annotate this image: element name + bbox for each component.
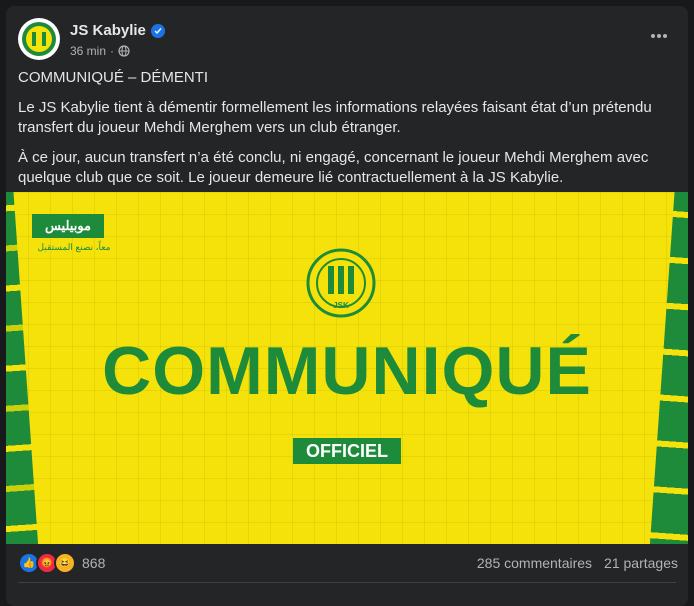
official-badge: OFFICIEL: [293, 438, 401, 464]
reaction-count[interactable]: 868: [82, 555, 105, 571]
post-paragraph-1: Le JS Kabylie tient à démentir formellem…: [18, 99, 652, 136]
post-card: JS Kabylie 36 min · COMMUNIQUÉ – DÉMENTI…: [6, 6, 688, 606]
reaction-summary[interactable]: 👍 😡 😆 868: [18, 552, 105, 574]
verified-badge-icon: [150, 23, 165, 38]
reaction-icons: 👍 😡 😆: [18, 552, 76, 574]
post-time[interactable]: 36 min: [70, 44, 106, 58]
haha-reaction-icon: 😆: [54, 552, 76, 574]
post-text: COMMUNIQUÉ – DÉMENTI Le JS Kabylie tient…: [18, 68, 678, 198]
more-options-button[interactable]: [646, 26, 672, 46]
meta-separator: ·: [110, 44, 115, 58]
jsk-crest-icon: [22, 22, 56, 56]
sponsor-tagline: معاً، نصنع المستقبل: [37, 242, 111, 252]
post-title: COMMUNIQUÉ – DÉMENTI: [18, 69, 209, 86]
shares-count[interactable]: 21 partages: [604, 555, 678, 571]
globe-icon[interactable]: [118, 45, 130, 57]
page-name-label[interactable]: JS Kabylie: [70, 22, 146, 39]
footer-divider: [18, 582, 676, 583]
comments-count[interactable]: 285 commentaires: [477, 555, 592, 571]
banner-headline: COMMUNIQUÉ: [102, 333, 592, 409]
page-avatar[interactable]: [18, 18, 60, 60]
sponsor-logo: موبيليس: [32, 214, 104, 238]
post-meta: 36 min ·: [70, 44, 130, 58]
crest-text: JSK: [333, 301, 349, 310]
post-paragraph-2: À ce jour, aucun transfert n’a été concl…: [18, 149, 649, 186]
post-footer: 👍 😡 😆 868 285 commentaires 21 partages: [18, 550, 678, 576]
post-header: JS Kabylie 36 min ·: [18, 18, 678, 62]
club-crest-icon: JSK: [306, 248, 376, 318]
more-dots-icon: [651, 34, 667, 38]
page-name[interactable]: JS Kabylie: [70, 22, 165, 39]
post-image[interactable]: موبيليس معاً، نصنع المستقبل JSK COMMUNIQ…: [6, 192, 688, 544]
engagement-stats: 285 commentaires 21 partages: [477, 555, 678, 571]
